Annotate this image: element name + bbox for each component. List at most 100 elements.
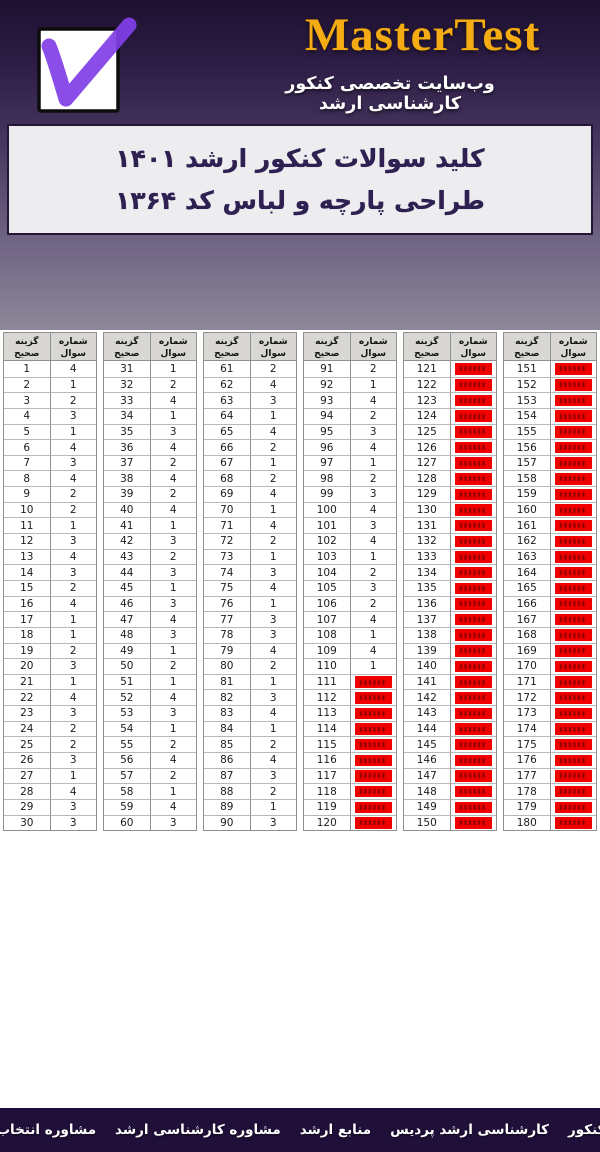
censored-scribble — [459, 554, 487, 560]
answer-cell: 4 — [49, 783, 96, 799]
footer-menu-item-0[interactable]: ارشد بدون کنکور — [568, 1122, 600, 1138]
answer-row: 138 — [404, 626, 496, 643]
answer-row: 129 — [404, 486, 496, 502]
question-number-cell: 69 — [204, 486, 250, 502]
answer-row: 56 4 — [104, 752, 196, 768]
answer-row: 40 4 — [104, 501, 196, 518]
answer-cell: 1 — [249, 501, 296, 518]
question-number-cell: 156 — [504, 439, 550, 455]
censored-answer — [454, 692, 492, 704]
answer-cell: 1 — [149, 407, 196, 424]
question-number-cell: 104 — [304, 564, 350, 580]
censored-answer — [454, 817, 492, 829]
answer-cell — [449, 595, 496, 612]
answer-row: 104 2 — [304, 564, 396, 580]
censored-scribble — [459, 632, 487, 638]
footer-menu-item-1[interactable]: کارشناسی ارشد پردیس — [390, 1122, 549, 1138]
answer-row: 98 2 — [304, 470, 396, 487]
censored-answer — [354, 801, 392, 813]
censored-scribble — [459, 679, 487, 685]
answer-row: 120 — [304, 814, 396, 831]
question-number-cell: 87 — [204, 767, 250, 784]
answer-row: 144 — [404, 720, 496, 737]
answer-cell: 4 — [149, 752, 196, 768]
answer-cell: 2 — [249, 736, 296, 753]
answer-row: 88 2 — [204, 783, 296, 799]
question-number-cell: 162 — [504, 533, 550, 549]
question-number-cell: 163 — [504, 548, 550, 565]
question-number-cell: 146 — [404, 752, 450, 768]
censored-answer — [554, 785, 592, 798]
answer-cell: 4 — [249, 579, 296, 596]
answer-cell: 3 — [249, 611, 296, 627]
answer-row: 77 3 — [204, 611, 296, 627]
correct-option-header: گزینه صحیح — [504, 333, 551, 361]
answer-cell: 4 — [349, 392, 396, 408]
answer-row: 83 4 — [204, 705, 296, 721]
answer-cell: 3 — [149, 814, 196, 831]
answer-row: 54 1 — [104, 720, 196, 737]
question-number-cell: 177 — [504, 767, 550, 784]
censored-scribble — [359, 695, 387, 701]
question-number-cell: 133 — [404, 548, 450, 565]
question-number-cell: 180 — [504, 814, 550, 831]
answer-cell: 4 — [249, 376, 296, 393]
footer-menu-item-2[interactable]: منابع ارشد — [300, 1122, 371, 1138]
answer-cell — [349, 673, 396, 690]
question-number-cell: 157 — [504, 454, 550, 471]
answer-cell — [349, 705, 396, 721]
censored-answer — [554, 770, 592, 782]
answer-row: 164 — [4, 595, 96, 612]
footer-menu-item-4[interactable]: مشاوره انتخاب رشته ارشد — [0, 1122, 96, 1138]
answer-row: 29 3 — [4, 798, 96, 815]
answer-row: 89 1 — [204, 798, 296, 815]
censored-scribble — [459, 507, 487, 513]
answer-cell: 4 — [249, 486, 296, 502]
answer-table-header: شماره سوال گزینه صحیح — [4, 333, 96, 361]
question-number-cell: 99 — [304, 486, 350, 502]
answer-row: 133 — [404, 548, 496, 565]
censored-scribble — [559, 726, 587, 732]
answer-row: 69 4 — [204, 486, 296, 502]
answer-cell: 3 — [349, 517, 396, 534]
censored-scribble — [459, 757, 487, 763]
censored-scribble — [459, 523, 487, 529]
question-number-cell: 90 — [204, 814, 250, 831]
answer-row: 103 1 — [304, 548, 396, 565]
question-number-cell: 160 — [504, 501, 550, 518]
answer-row: 111 — [304, 673, 396, 690]
censored-scribble — [459, 398, 487, 404]
answer-row: 161 — [504, 517, 596, 534]
answer-cell: 1 — [49, 626, 96, 643]
answer-cell: 4 — [249, 423, 296, 440]
answer-cell — [549, 814, 596, 831]
answer-cell: 1 — [249, 595, 296, 612]
answer-cell: 1 — [49, 376, 96, 393]
answer-row: 45 1 — [104, 579, 196, 596]
answer-row: 18 1 — [4, 626, 96, 643]
footer-menu-item-3[interactable]: مشاوره کارشناسی ارشد — [115, 1122, 281, 1138]
answer-row: 139 — [404, 642, 496, 659]
answer-row: 36 4 — [104, 439, 196, 455]
answer-row: 99 3 — [304, 486, 396, 502]
censored-scribble — [459, 804, 487, 810]
question-number-cell: 68 — [204, 470, 250, 486]
answer-row: 44 3 — [104, 564, 196, 580]
censored-scribble — [359, 742, 387, 748]
answer-cell: 1 — [49, 673, 96, 690]
censored-answer — [554, 551, 592, 563]
censored-scribble — [359, 820, 387, 826]
answer-row: 149 — [404, 798, 496, 815]
answer-row: 32 2 — [104, 376, 196, 393]
answer-row: 128 — [404, 470, 496, 487]
question-number-cell: 18 — [4, 626, 50, 643]
answer-row: 94 2 — [304, 407, 396, 424]
answer-row: 137 — [404, 611, 496, 627]
answer-row: 119 — [304, 798, 396, 815]
censored-answer — [554, 410, 592, 422]
answer-row: 145 — [404, 736, 496, 753]
question-number-cell: 98 — [304, 470, 350, 486]
question-number-header: شماره سوال — [450, 333, 496, 361]
answer-cell: 3 — [49, 798, 96, 815]
answer-table: شماره سوال گزینه صحیح 121 122 123 124 125 126 12… — [403, 332, 497, 832]
